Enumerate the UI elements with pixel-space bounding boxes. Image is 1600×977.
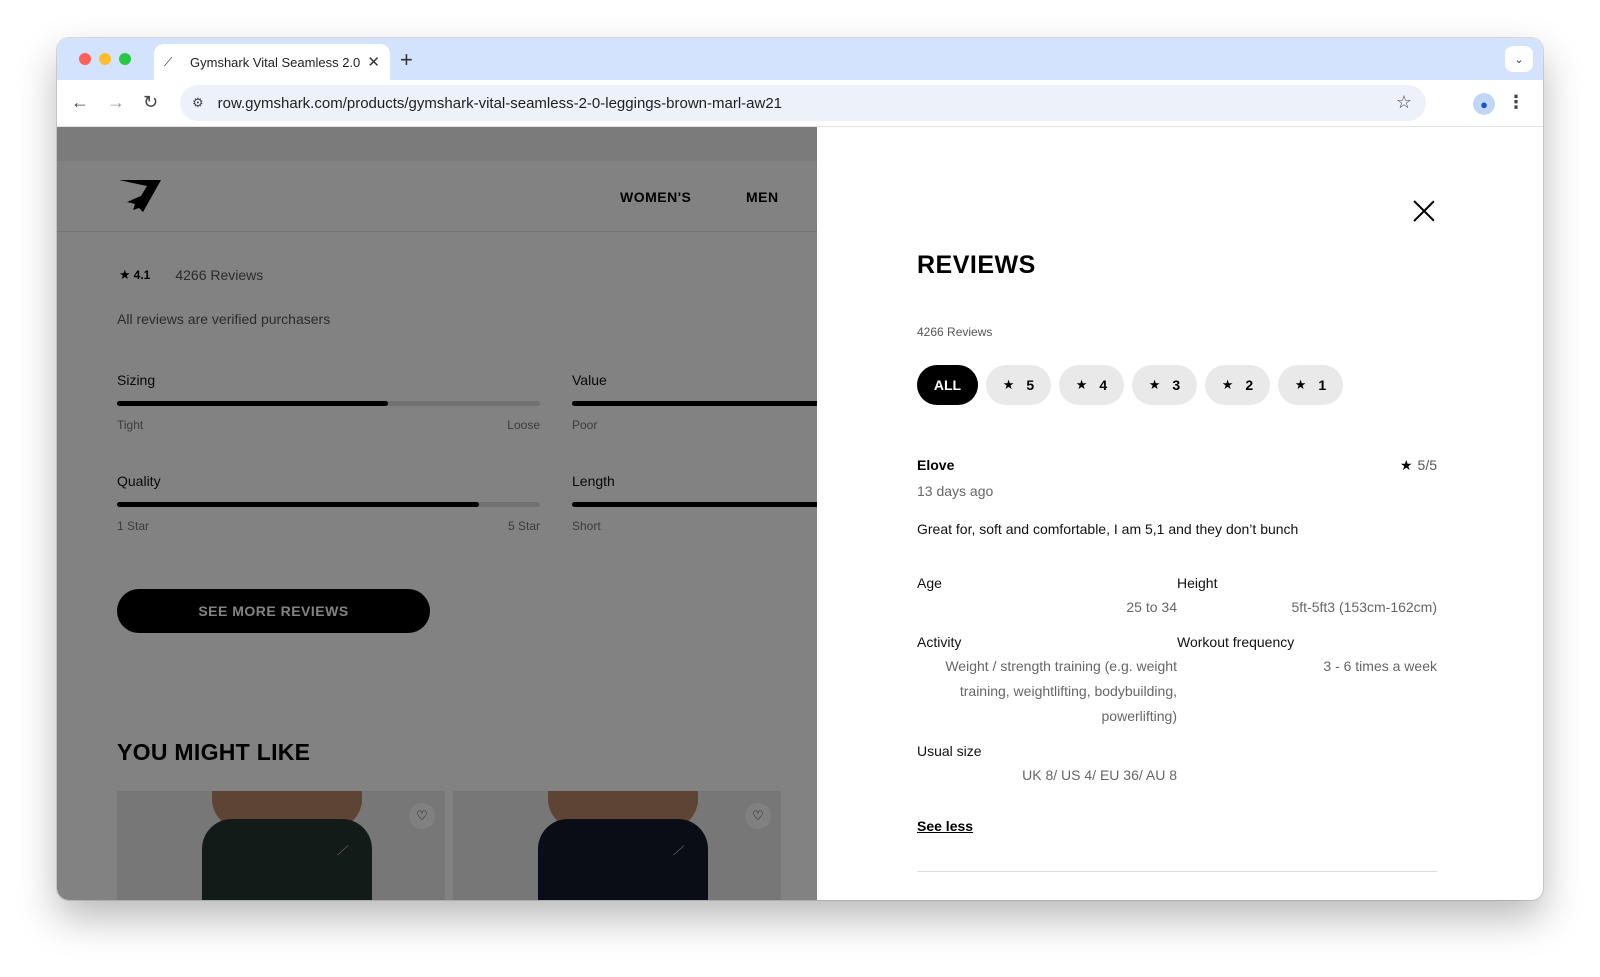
star-icon: ★ [1075,377,1088,392]
rating-filters: ALL ★ 5 ★ 4 ★ 3 ★ 2 ★ 1 [917,365,1343,405]
profile-avatar-icon[interactable]: ● [1473,93,1495,115]
review-divider [917,871,1437,872]
filter-5-star-button[interactable]: ★ 5 [986,365,1051,405]
filter-label: ALL [933,377,962,393]
height-label: Height [1177,575,1218,591]
star-icon: ★ [1221,377,1234,392]
frequency-label: Workout frequency [1177,634,1295,650]
filter-all-button[interactable]: ALL [917,365,978,405]
see-less-link[interactable]: See less [917,818,973,834]
activity-value: Weight / strength training (e.g. weight … [945,658,1177,724]
star-icon: ★ [1294,377,1307,392]
review-score-value: 5/5 [1417,457,1437,473]
gymshark-favicon-icon: ⟋ [164,54,173,69]
filter-3-star-button[interactable]: ★ 3 [1132,365,1197,405]
usual-size-value: UK 8/ US 4/ EU 36/ AU 8 [1022,767,1177,783]
usual-size-label: Usual size [917,743,982,759]
age-value: 25 to 34 [1126,599,1177,615]
product-page: WOMEN'S MEN ★ 4.1 4266 Reviews All revie… [57,127,817,900]
star-icon: ★ [1002,377,1015,392]
star-icon: ★ [1399,457,1413,473]
filter-2-star-button[interactable]: ★ 2 [1205,365,1270,405]
forward-icon[interactable]: → [107,92,125,113]
address-bar[interactable]: ⚙ row.gymshark.com/products/gymshark-vit… [180,85,1426,121]
star-icon: ★ [1148,377,1161,392]
new-tab-icon[interactable]: + [400,47,413,73]
review-item: Elove ★ 5/5 13 days ago Great for, soft a… [917,457,1437,872]
back-icon[interactable]: ← [71,92,89,113]
review-score: ★ 5/5 [1400,457,1437,474]
review-date: 13 days ago [917,483,994,499]
tab-title: Gymshark Vital Seamless 2.0 [190,54,360,70]
height-value: 5ft-5ft3 (153cm-162cm) [1291,599,1438,615]
site-settings-icon[interactable]: ⚙ [192,95,204,111]
browser-toolbar: ← → ↻ ⚙ row.gymshark.com/products/gymsha… [57,80,1543,127]
filter-label: 4 [1099,377,1108,393]
reload-icon[interactable]: ↻ [143,92,158,113]
frequency-value: 3 - 6 times a week [1323,658,1437,674]
modal-backdrop[interactable] [57,127,817,900]
filter-4-star-button[interactable]: ★ 4 [1059,365,1124,405]
url-text[interactable]: row.gymshark.com/products/gymshark-vital… [218,95,782,112]
tab-bar: ⟋ Gymshark Vital Seamless 2.0 ✕ + ⌄ [57,38,1543,80]
filter-label: 1 [1318,377,1327,393]
drawer-review-count: 4266 Reviews [917,325,993,339]
filter-label: 5 [1026,377,1035,393]
browser-tab[interactable]: ⟋ Gymshark Vital Seamless 2.0 ✕ [154,44,390,80]
age-label: Age [917,575,942,591]
browser-window: ⟋ Gymshark Vital Seamless 2.0 ✕ + ⌄ ← → … [57,38,1543,900]
drawer-title: REVIEWS [917,251,1036,279]
close-icon[interactable] [1412,199,1436,223]
browser-menu-icon[interactable]: ⋮ [1507,92,1525,113]
bookmark-star-icon[interactable]: ☆ [1396,92,1412,113]
filter-label: 2 [1245,377,1254,393]
maximize-window-button[interactable] [119,53,131,65]
filter-label: 3 [1172,377,1181,393]
tab-close-icon[interactable]: ✕ [367,53,380,71]
close-window-button[interactable] [79,53,91,65]
page-viewport: WOMEN'S MEN ★ 4.1 4266 Reviews All revie… [57,127,1543,900]
review-text: Great for, soft and comfortable, I am 5,… [917,521,1299,537]
reviews-drawer: REVIEWS 4266 Reviews ALL ★ 5 ★ 4 ★ 3 ★ 2 ★ 1 … [817,127,1543,900]
tab-search-icon[interactable]: ⌄ [1505,46,1533,72]
reviewer-name: Elove [917,457,955,473]
filter-1-star-button[interactable]: ★ 1 [1278,365,1343,405]
activity-label: Activity [917,634,962,650]
minimize-window-button[interactable] [99,53,111,65]
